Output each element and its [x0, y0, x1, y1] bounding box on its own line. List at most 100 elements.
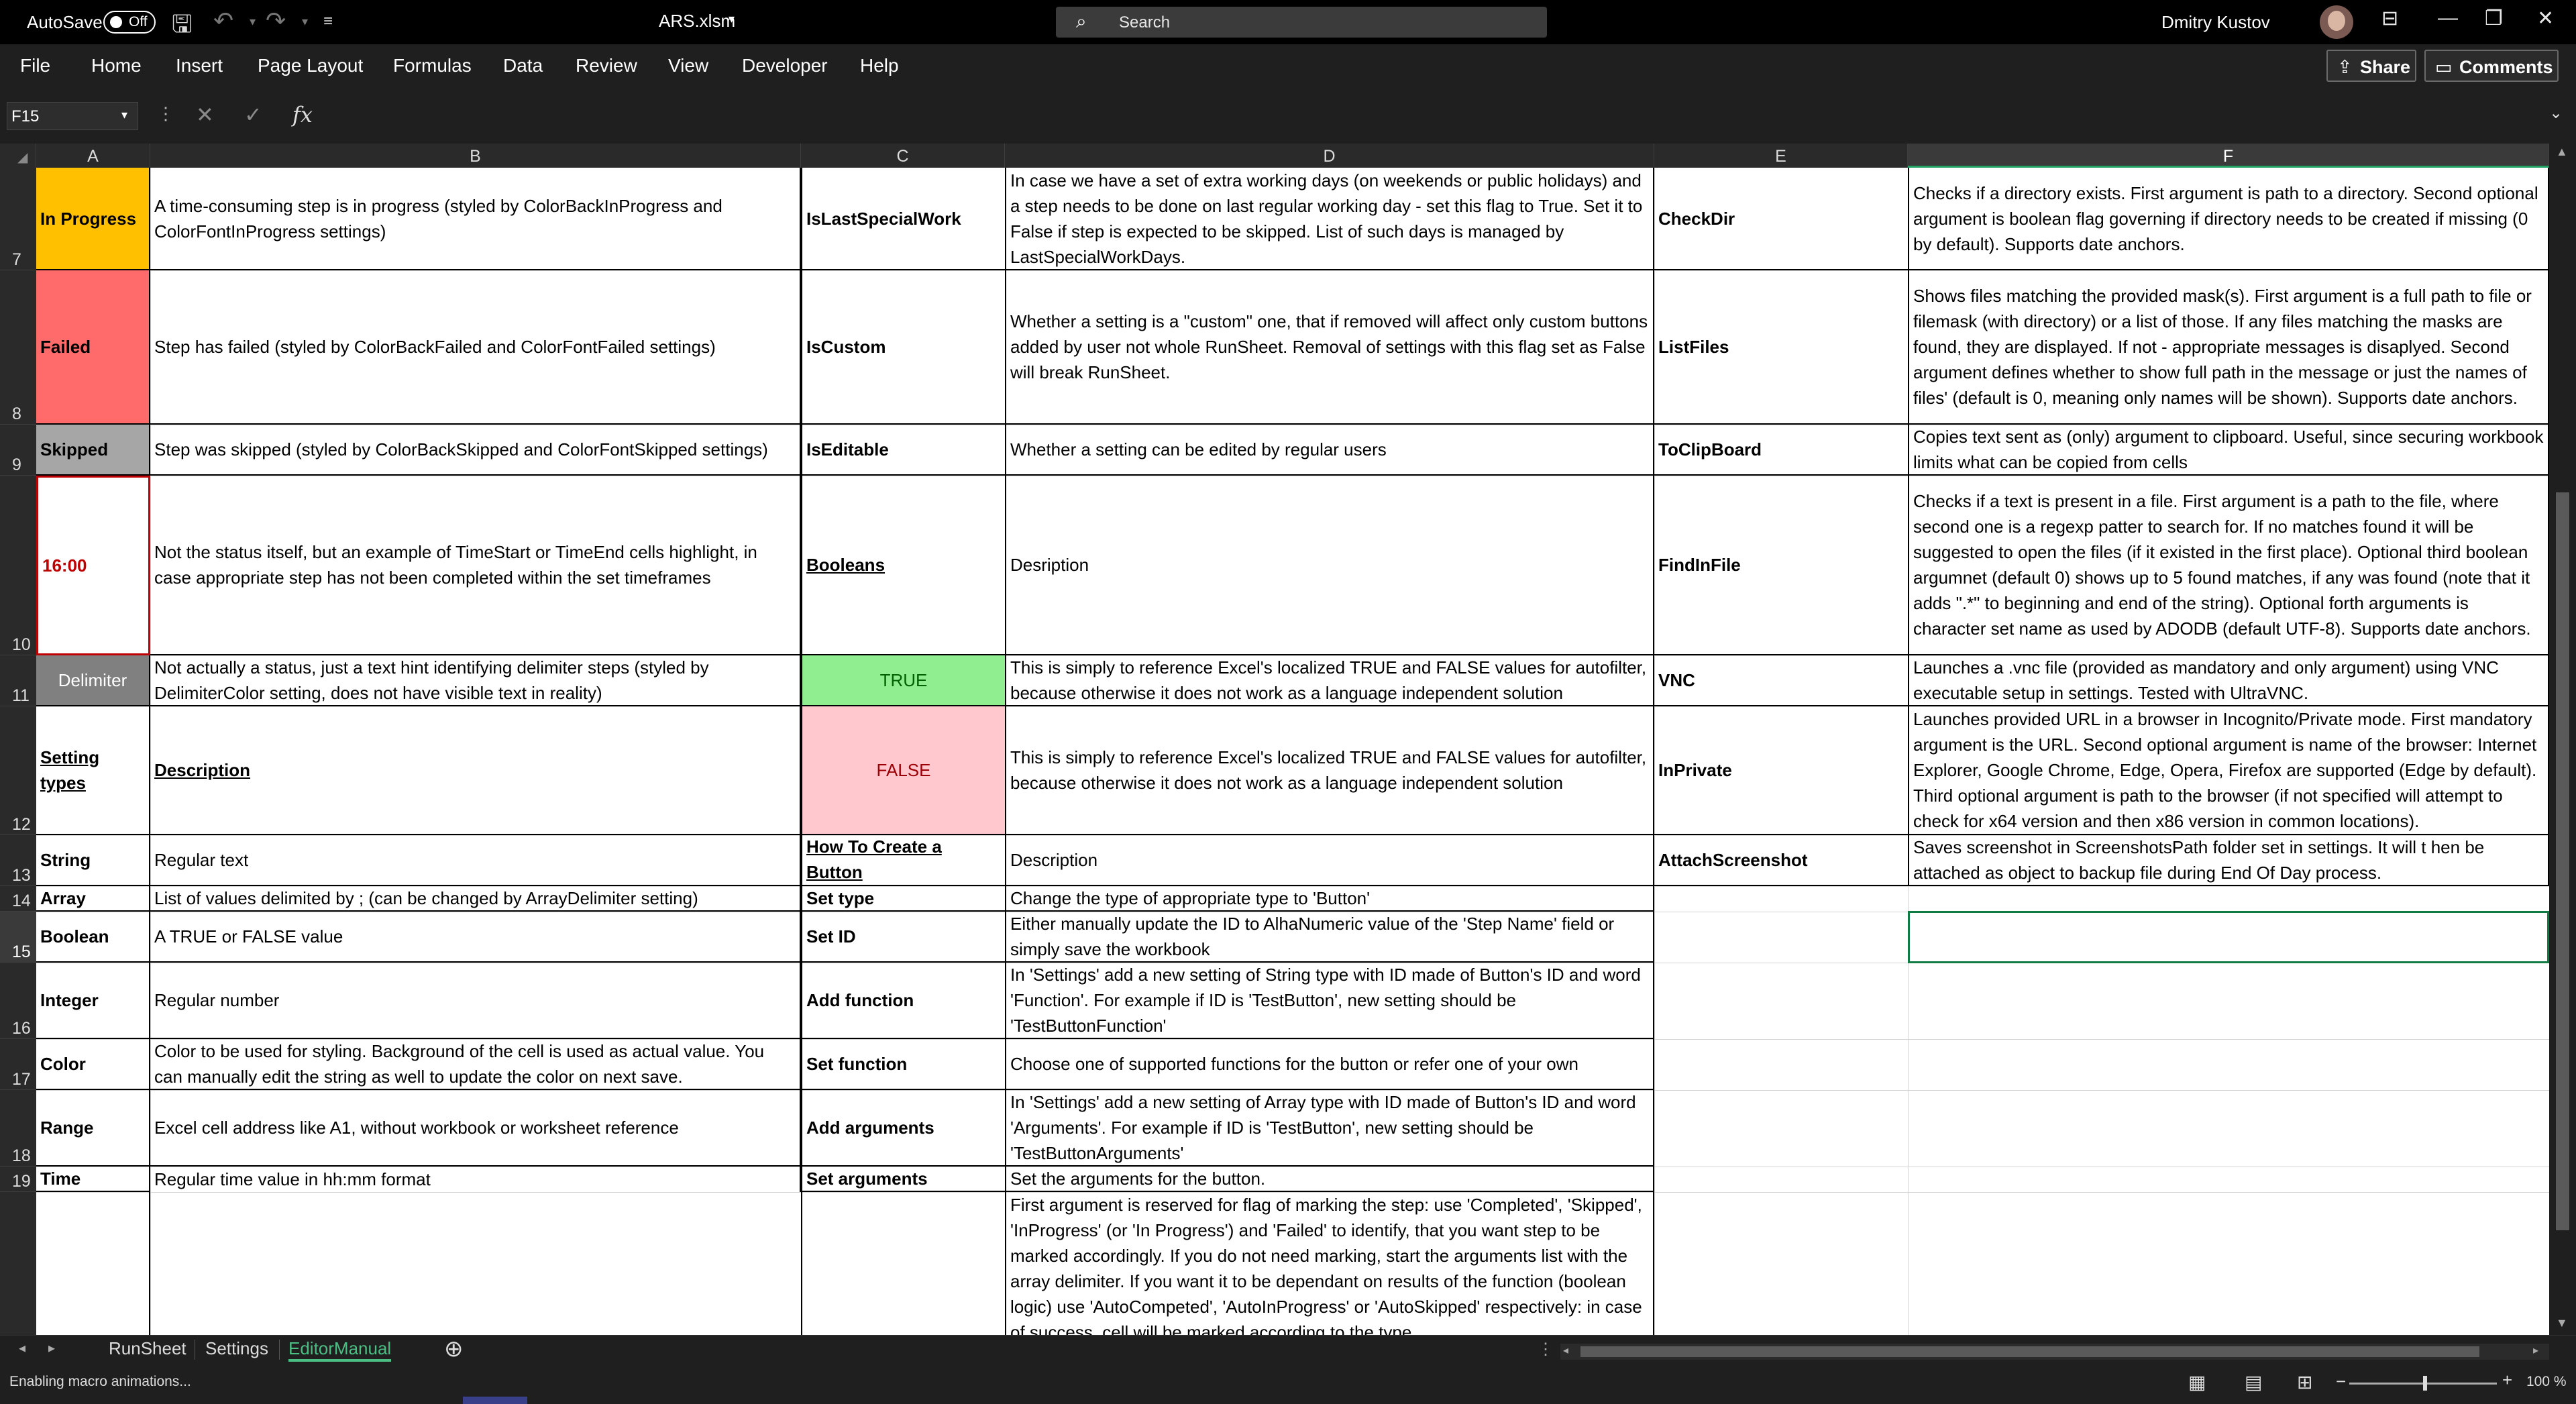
- cell-e8[interactable]: ListFiles: [1654, 270, 1908, 425]
- cell-b9[interactable]: Step was skipped (styled by ColorBackSki…: [150, 425, 801, 476]
- tab-file[interactable]: File: [20, 55, 50, 76]
- customize-toolbar-icon[interactable]: ≡: [323, 12, 333, 31]
- horizontal-scrollbar[interactable]: ◂ ▸: [1560, 1344, 2549, 1360]
- cell-e10[interactable]: FindInFile: [1654, 476, 1908, 655]
- cell-c17[interactable]: Set function: [801, 1039, 1005, 1090]
- sheet-tab-settings[interactable]: Settings: [205, 1338, 268, 1359]
- cell-d13[interactable]: Description: [1005, 835, 1654, 886]
- zoom-level[interactable]: 100 %: [2526, 1374, 2567, 1390]
- file-name[interactable]: ARS.xlsm: [659, 11, 735, 32]
- expand-formula-icon[interactable]: ⌄: [2549, 103, 2563, 123]
- more-options-icon[interactable]: ⋮: [1538, 1340, 1554, 1359]
- row-header-9[interactable]: 9: [0, 425, 36, 476]
- zoom-slider-knob[interactable]: [2423, 1376, 2427, 1391]
- scrollbar-thumb[interactable]: [1580, 1346, 2479, 1357]
- column-header-a[interactable]: A: [36, 144, 150, 168]
- cell-b11[interactable]: Not actually a status, just a text hint …: [150, 655, 801, 706]
- previous-sheet-icon[interactable]: ◂: [19, 1340, 25, 1356]
- cell-e7[interactable]: CheckDir: [1654, 168, 1908, 270]
- cell-f9[interactable]: Copies text sent as (only) argument to c…: [1908, 425, 2549, 476]
- restore-icon[interactable]: ❐: [2485, 7, 2503, 30]
- scroll-down-icon[interactable]: ▼: [2556, 1316, 2568, 1330]
- row-header-7[interactable]: 7: [0, 168, 36, 270]
- cancel-icon[interactable]: ✕: [196, 102, 214, 127]
- add-sheet-icon[interactable]: ⊕: [444, 1336, 464, 1362]
- cell-d12[interactable]: This is simply to reference Excel's loca…: [1005, 706, 1654, 835]
- cell-a7[interactable]: In Progress: [36, 168, 150, 270]
- row-header-12[interactable]: 12: [0, 706, 36, 835]
- name-box[interactable]: F15 ▾: [7, 102, 138, 130]
- ribbon-display-icon[interactable]: ⊟: [2381, 7, 2398, 30]
- cell-d11[interactable]: This is simply to reference Excel's loca…: [1005, 655, 1654, 706]
- cell-f7[interactable]: Checks if a directory exists. First argu…: [1908, 168, 2549, 270]
- save-icon[interactable]: 🖫: [172, 7, 193, 48]
- search-box[interactable]: ⌕ Search: [1056, 7, 1547, 38]
- row-header-8[interactable]: 8: [0, 270, 36, 425]
- redo-dropdown-icon[interactable]: ▾: [302, 15, 308, 29]
- cell-c9[interactable]: IsEditable: [801, 425, 1005, 476]
- cell-a15[interactable]: Boolean: [36, 912, 150, 963]
- row-header-19[interactable]: 19: [0, 1167, 36, 1192]
- cell-a13[interactable]: String: [36, 835, 150, 886]
- cell-e9[interactable]: ToClipBoard: [1654, 425, 1908, 476]
- column-header-d[interactable]: D: [1005, 144, 1654, 168]
- cell-f13[interactable]: Saves screenshot in ScreenshotsPath fold…: [1908, 835, 2549, 886]
- zoom-in-icon[interactable]: +: [2502, 1370, 2512, 1391]
- chevron-down-icon[interactable]: ▾: [121, 108, 127, 122]
- comments-button[interactable]: ▭ Comments: [2424, 50, 2559, 82]
- column-header-f[interactable]: F: [1908, 144, 2549, 168]
- cell-b14[interactable]: List of values delimited by ; (can be ch…: [150, 886, 801, 912]
- autosave-toggle[interactable]: Off: [103, 11, 156, 34]
- cell-d18[interactable]: In 'Settings' add a new setting of Array…: [1005, 1090, 1654, 1167]
- sheet-tab-editormanual[interactable]: EditorManual: [288, 1338, 392, 1362]
- page-break-view-icon[interactable]: ⊞: [2297, 1371, 2312, 1393]
- row-header-11[interactable]: 11: [0, 655, 36, 706]
- cell-d17[interactable]: Choose one of supported functions for th…: [1005, 1039, 1654, 1090]
- cell-c10[interactable]: Booleans: [801, 476, 1005, 655]
- cell-f12[interactable]: Launches provided URL in a browser in In…: [1908, 706, 2549, 835]
- tab-developer[interactable]: Developer: [742, 55, 828, 76]
- cell-a12[interactable]: Setting types: [36, 706, 150, 835]
- enter-icon[interactable]: ✓: [244, 102, 262, 127]
- cell-d9[interactable]: Whether a setting can be edited by regul…: [1005, 425, 1654, 476]
- next-sheet-icon[interactable]: ▸: [48, 1340, 55, 1356]
- cell-a14[interactable]: Array: [36, 886, 150, 912]
- row-header-10[interactable]: 10: [0, 476, 36, 655]
- cell-f10[interactable]: Checks if a text is present in a file. F…: [1908, 476, 2549, 655]
- scroll-up-icon[interactable]: ▲: [2556, 145, 2568, 159]
- row-header-16[interactable]: 16: [0, 963, 36, 1039]
- cell-f15-selected[interactable]: [1908, 911, 2549, 963]
- row-header-15[interactable]: 15: [0, 912, 36, 963]
- tab-page-layout[interactable]: Page Layout: [258, 55, 363, 76]
- tab-help[interactable]: Help: [860, 55, 899, 76]
- cell-a16[interactable]: Integer: [36, 963, 150, 1039]
- cell-c13[interactable]: How To Create a Button: [801, 835, 1005, 886]
- zoom-out-icon[interactable]: −: [2336, 1371, 2346, 1392]
- cell-a18[interactable]: Range: [36, 1090, 150, 1167]
- sheet-tab-runsheet[interactable]: RunSheet: [109, 1338, 186, 1359]
- scroll-left-icon[interactable]: ◂: [1563, 1344, 1568, 1357]
- cell-a11[interactable]: Delimiter: [36, 655, 150, 706]
- scrollbar-thumb[interactable]: [2556, 492, 2569, 1230]
- cell-a19[interactable]: Time: [36, 1167, 150, 1192]
- zoom-slider[interactable]: [2349, 1376, 2497, 1391]
- undo-dropdown-icon[interactable]: ▾: [250, 15, 256, 29]
- cell-c19[interactable]: Set arguments: [801, 1167, 1005, 1192]
- cell-d20[interactable]: First argument is reserved for flag of m…: [1005, 1192, 1654, 1335]
- cell-d15[interactable]: Either manually update the ID to AlhaNum…: [1005, 912, 1654, 963]
- cell-c12[interactable]: FALSE: [801, 706, 1005, 835]
- redo-icon[interactable]: ↷: [266, 7, 286, 35]
- cell-b10[interactable]: Not the status itself, but an example of…: [150, 476, 801, 655]
- worksheet-grid[interactable]: In Progress A time-consuming step is in …: [36, 168, 2549, 1335]
- cell-c14[interactable]: Set type: [801, 886, 1005, 912]
- row-header-17[interactable]: 17: [0, 1039, 36, 1090]
- tab-view[interactable]: View: [668, 55, 708, 76]
- cell-a9[interactable]: Skipped: [36, 425, 150, 476]
- cell-d19[interactable]: Set the arguments for the button.: [1005, 1167, 1654, 1192]
- avatar[interactable]: [2320, 5, 2353, 39]
- minimize-icon[interactable]: —: [2438, 7, 2458, 30]
- cell-e12[interactable]: InPrivate: [1654, 706, 1908, 835]
- cell-d14[interactable]: Change the type of appropriate type to '…: [1005, 886, 1654, 912]
- tab-review[interactable]: Review: [576, 55, 637, 76]
- user-name[interactable]: Dmitry Kustov: [2161, 12, 2270, 33]
